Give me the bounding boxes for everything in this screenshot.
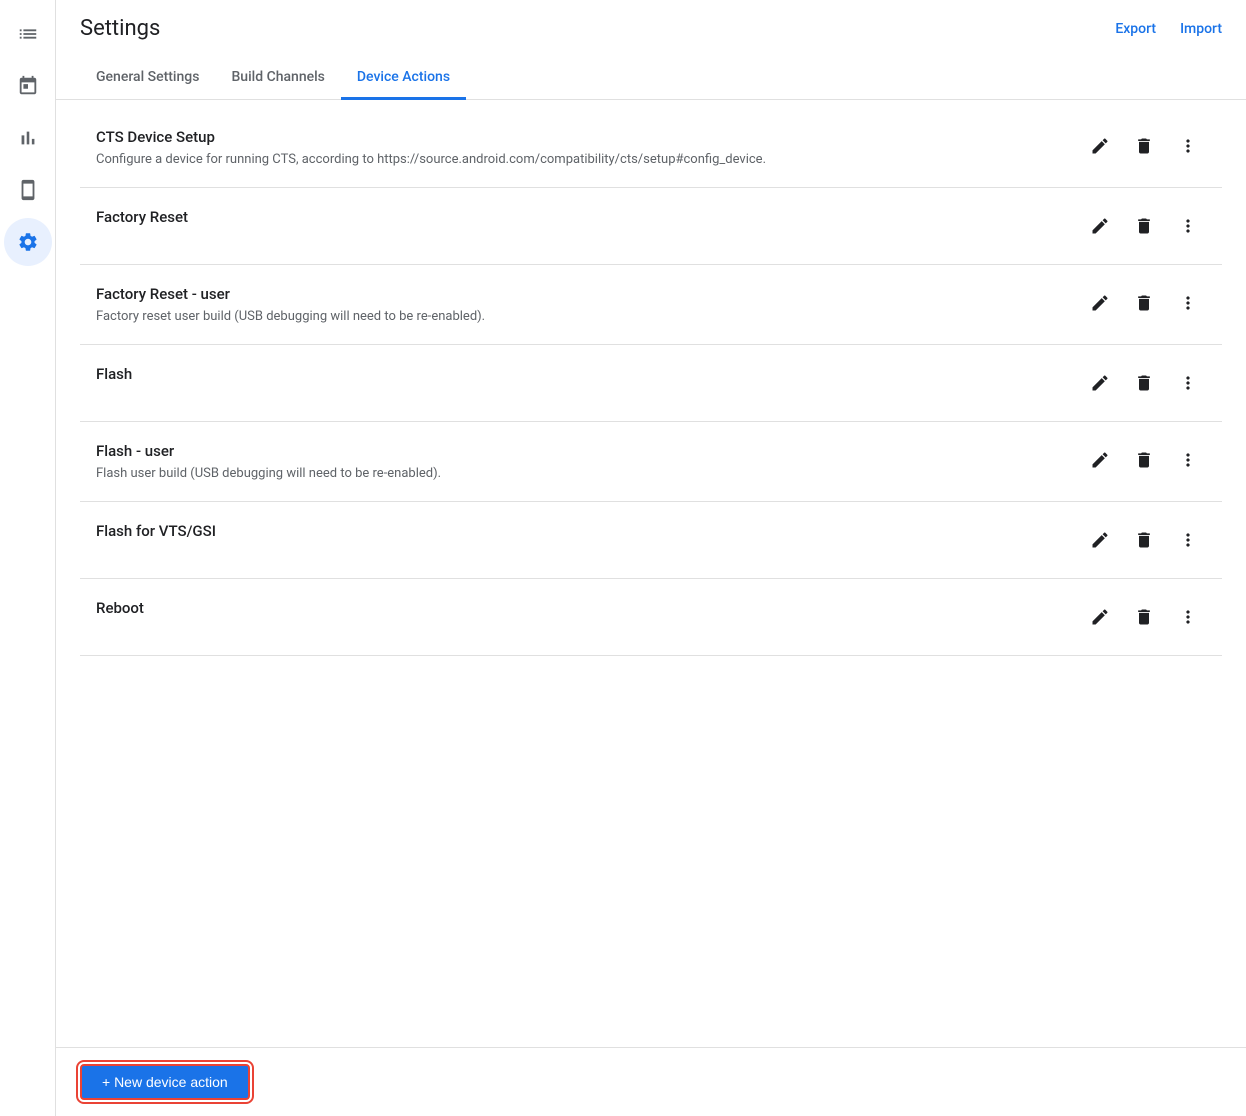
more-options-button[interactable] [1170,599,1206,635]
trash-icon [1134,607,1154,627]
more-options-button[interactable] [1170,442,1206,478]
action-card: Factory Reset [80,188,1222,265]
export-link[interactable]: Export [1115,21,1156,37]
pencil-icon [1090,293,1110,313]
main-content: Settings Export Import General Settings … [56,0,1246,1116]
more-vertical-icon [1178,450,1198,470]
more-vertical-icon [1178,136,1198,156]
delete-button[interactable] [1126,285,1162,321]
new-device-action-button[interactable]: + New device action [80,1064,250,1100]
trash-icon [1134,450,1154,470]
import-link[interactable]: Import [1180,21,1222,37]
more-options-button[interactable] [1170,208,1206,244]
settings-icon [17,231,39,253]
bar-chart-icon [17,127,39,149]
more-vertical-icon [1178,216,1198,236]
action-name: Flash for VTS/GSI [96,522,1066,540]
action-description: Flash user build (USB debugging will nee… [96,466,1066,481]
action-card: Factory Reset - user Factory reset user b… [80,265,1222,345]
action-card: Flash - user Flash user build (USB debugg… [80,422,1222,502]
more-options-button[interactable] [1170,522,1206,558]
more-options-button[interactable] [1170,365,1206,401]
action-description: Configure a device for running CTS, acco… [96,152,1066,167]
calendar-icon [17,75,39,97]
pencil-icon [1090,607,1110,627]
bottom-bar: + New device action [56,1047,1246,1116]
delete-button[interactable] [1126,522,1162,558]
sidebar-item-device[interactable] [4,166,52,214]
sidebar [0,0,56,1116]
action-card: Flash [80,345,1222,422]
pencil-icon [1090,530,1110,550]
delete-button[interactable] [1126,599,1162,635]
tab-general-settings[interactable]: General Settings [80,57,215,100]
device-icon [17,179,39,201]
edit-button[interactable] [1082,599,1118,635]
trash-icon [1134,216,1154,236]
page-title: Settings [80,16,160,41]
pencil-icon [1090,216,1110,236]
pencil-icon [1090,136,1110,156]
more-vertical-icon [1178,373,1198,393]
tabs-bar: General Settings Build Channels Device A… [56,57,1246,100]
more-options-button[interactable] [1170,285,1206,321]
more-vertical-icon [1178,530,1198,550]
action-name: Reboot [96,599,1066,617]
more-vertical-icon [1178,607,1198,627]
more-vertical-icon [1178,293,1198,313]
action-name: Flash - user [96,442,1066,460]
edit-button[interactable] [1082,442,1118,478]
action-card: CTS Device Setup Configure a device for r… [80,108,1222,188]
header-actions: Export Import [1115,21,1222,37]
edit-button[interactable] [1082,285,1118,321]
tab-build-channels[interactable]: Build Channels [215,57,340,100]
trash-icon [1134,530,1154,550]
list-icon [17,23,39,45]
content-area: CTS Device Setup Configure a device for r… [56,100,1246,1047]
delete-button[interactable] [1126,365,1162,401]
action-card: Reboot [80,579,1222,656]
delete-button[interactable] [1126,208,1162,244]
trash-icon [1134,293,1154,313]
edit-button[interactable] [1082,208,1118,244]
action-description: Factory reset user build (USB debugging … [96,309,1066,324]
edit-button[interactable] [1082,522,1118,558]
sidebar-item-analytics[interactable] [4,114,52,162]
action-name: CTS Device Setup [96,128,1066,146]
pencil-icon [1090,373,1110,393]
more-options-button[interactable] [1170,128,1206,164]
edit-button[interactable] [1082,365,1118,401]
sidebar-item-reports[interactable] [4,10,52,58]
header: Settings Export Import [56,0,1246,41]
tab-device-actions[interactable]: Device Actions [341,57,466,100]
action-name: Factory Reset [96,208,1066,226]
pencil-icon [1090,450,1110,470]
edit-button[interactable] [1082,128,1118,164]
sidebar-item-settings[interactable] [4,218,52,266]
sidebar-item-calendar[interactable] [4,62,52,110]
action-card: Flash for VTS/GSI [80,502,1222,579]
action-name: Flash [96,365,1066,383]
action-name: Factory Reset - user [96,285,1066,303]
trash-icon [1134,373,1154,393]
trash-icon [1134,136,1154,156]
delete-button[interactable] [1126,128,1162,164]
delete-button[interactable] [1126,442,1162,478]
